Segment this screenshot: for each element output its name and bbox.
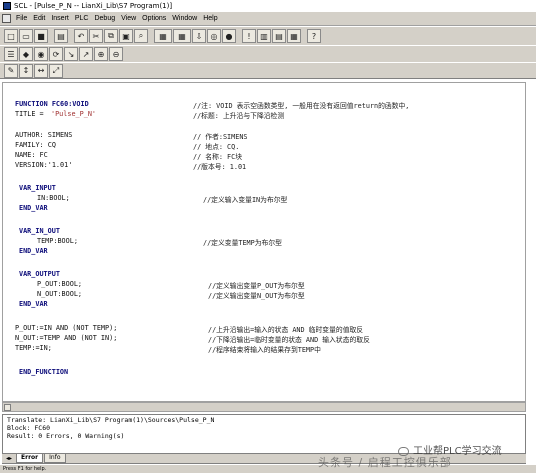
menu-options[interactable]: Options [139, 15, 169, 22]
code-comment: // 地点: CQ. [193, 143, 240, 151]
code-comment: // 名称: FC块 [193, 153, 243, 161]
horizontal-scrollbar[interactable] [2, 402, 526, 412]
output-line: Translate: LianXi_Lib\S7 Program(1)\Sour… [7, 416, 215, 424]
download-icon[interactable]: ⇩ [192, 29, 206, 43]
code-comment: //标题: 上升沿与下降沿检测 [193, 112, 285, 120]
tab-nav-arrows-icon[interactable]: ◂▸ [6, 455, 12, 462]
document-icon[interactable] [2, 14, 11, 23]
code-comment: //版本号: 1.01 [193, 163, 247, 171]
code-line: TEMP:=IN; [15, 344, 52, 352]
code-line: IN:BOOL; [37, 194, 70, 202]
scroll-left-icon[interactable] [4, 404, 11, 411]
menu-plc[interactable]: PLC [72, 15, 92, 22]
help-icon[interactable]: ? [307, 29, 321, 43]
menu-insert[interactable]: Insert [48, 15, 72, 22]
menu-window[interactable]: Window [169, 15, 200, 22]
tool-icon-1[interactable]: ✎ [4, 63, 18, 78]
step-out-icon[interactable]: ↗ [79, 47, 93, 61]
tool-icon-4[interactable]: ⤢ [49, 63, 63, 78]
code-line: TITLE = [15, 110, 48, 118]
monitor-icon[interactable]: ◎ [207, 29, 221, 43]
copy-icon[interactable]: ⧉ [104, 29, 118, 43]
code-line: N_OUT:BOOL; [37, 290, 83, 298]
undo-icon[interactable]: ↶ [74, 29, 88, 43]
paste-icon[interactable]: ▣ [119, 29, 133, 43]
code-comment: //注: VOID 表示空函数类型, 一般用在没有返回值return的函数中, [193, 102, 410, 110]
menu-help[interactable]: Help [200, 15, 220, 22]
tool-icon-3[interactable]: ↔ [34, 63, 48, 78]
menu-file[interactable]: File [13, 15, 30, 22]
menu-bar: File Edit Insert PLC Debug View Options … [0, 12, 536, 26]
output-line: Result: 0 Errors, 0 Warning(s) [7, 432, 125, 440]
code-line: VERSION:'1.01' [15, 161, 73, 169]
output-line: Block: FC60 [7, 424, 51, 432]
code-line: P_OUT:=IN AND (NOT TEMP); [15, 324, 118, 332]
breakpoint-icon[interactable]: ● [222, 29, 236, 43]
tool-icon-2[interactable]: ↕ [19, 63, 33, 78]
watermark-bottom: 头条号 / 启程工控俱乐部 [318, 456, 452, 469]
compile-icon[interactable]: ▦ [154, 29, 172, 43]
open-icon[interactable]: ▭ [19, 29, 33, 43]
main-toolbar: □ ▭ ■ ▤ ↶ ✂ ⧉ ▣ ⌕ ▦ ▦ ⇩ ◎ ● ! ▥ ▤ ▦ ? [0, 27, 536, 45]
step-over-icon[interactable]: ⟳ [49, 47, 63, 61]
code-line: END_FUNCTION [19, 368, 69, 376]
code-line: VAR_OUTPUT [19, 270, 60, 278]
tool-toolbar: ✎ ↕ ↔ ⤢ [0, 63, 536, 79]
code-line: END_VAR [19, 247, 48, 255]
code-line: AUTHOR: SIMENS [15, 131, 73, 139]
code-string: 'Pulse_P_N' [51, 110, 97, 118]
code-comment: //定义输出变量N_OUT为布尔型 [208, 292, 305, 300]
compile-all-icon[interactable]: ▦ [173, 29, 191, 43]
code-line: VAR_IN_OUT [19, 227, 60, 235]
app-icon [3, 2, 11, 10]
code-editor[interactable]: FUNCTION FC60:VOID //注: VOID 表示空函数类型, 一般… [2, 82, 526, 402]
menu-edit[interactable]: Edit [30, 15, 48, 22]
code-comment: //下降沿输出=临时变量的状态 AND 输入状态的取反 [208, 336, 370, 344]
list-icon[interactable]: ☰ [4, 47, 18, 61]
watch-icon[interactable]: ◉ [34, 47, 48, 61]
code-comment: // 作者:SIMENS [193, 133, 248, 141]
code-line: P_OUT:BOOL; [37, 280, 83, 288]
code-line: NAME: FC [15, 151, 48, 159]
code-comment: //定义输入变量IN为布尔型 [203, 196, 288, 204]
print-icon[interactable]: ▤ [54, 29, 68, 43]
code-line: TEMP:BOOL; [37, 237, 78, 245]
find-icon[interactable]: ⌕ [134, 29, 148, 43]
tab-info[interactable]: Info [44, 454, 66, 463]
code-line: VAR_INPUT [19, 184, 56, 192]
code-comment: //上升沿输出=输入的状态 AND 临时变量的值取反 [208, 326, 364, 334]
code-comment: //定义变量TEMP为布尔型 [203, 239, 282, 247]
grid-icon-2[interactable]: ▤ [272, 29, 286, 43]
tab-error[interactable]: Error [16, 454, 44, 463]
code-line: FAMILY: CQ [15, 141, 56, 149]
grid-icon-3[interactable]: ▦ [287, 29, 301, 43]
help-mark-icon[interactable]: ! [242, 29, 256, 43]
step-icon[interactable]: ◆ [19, 47, 33, 61]
code-line: FUNCTION FC60:VOID [15, 100, 89, 108]
breakpoint-clear-icon[interactable]: ⊖ [109, 47, 123, 61]
code-line: N_OUT:=TEMP AND (NOT IN); [15, 334, 118, 342]
save-icon[interactable]: ■ [34, 29, 48, 43]
new-icon[interactable]: □ [4, 29, 18, 43]
debug-toolbar: ☰ ◆ ◉ ⟳ ↘ ↗ ⊕ ⊖ [0, 46, 536, 62]
status-bar: Press F1 for help. [0, 465, 536, 473]
cut-icon[interactable]: ✂ [89, 29, 103, 43]
code-line: END_VAR [19, 204, 48, 212]
code-line: END_VAR [19, 300, 48, 308]
code-comment: //定义输出变量P_OUT为布尔型 [208, 282, 305, 290]
menu-debug[interactable]: Debug [91, 15, 118, 22]
grid-icon-1[interactable]: ▥ [257, 29, 271, 43]
title-bar: SCL - [Pulse_P_N -- LianXi_Lib\S7 Progra… [0, 0, 536, 12]
step-in-icon[interactable]: ↘ [64, 47, 78, 61]
menu-view[interactable]: View [118, 15, 139, 22]
breakpoint-set-icon[interactable]: ⊕ [94, 47, 108, 61]
window-title: SCL - [Pulse_P_N -- LianXi_Lib\S7 Progra… [14, 2, 173, 10]
code-comment: //程序结束将输入的结果存到TEMP中 [208, 346, 321, 354]
